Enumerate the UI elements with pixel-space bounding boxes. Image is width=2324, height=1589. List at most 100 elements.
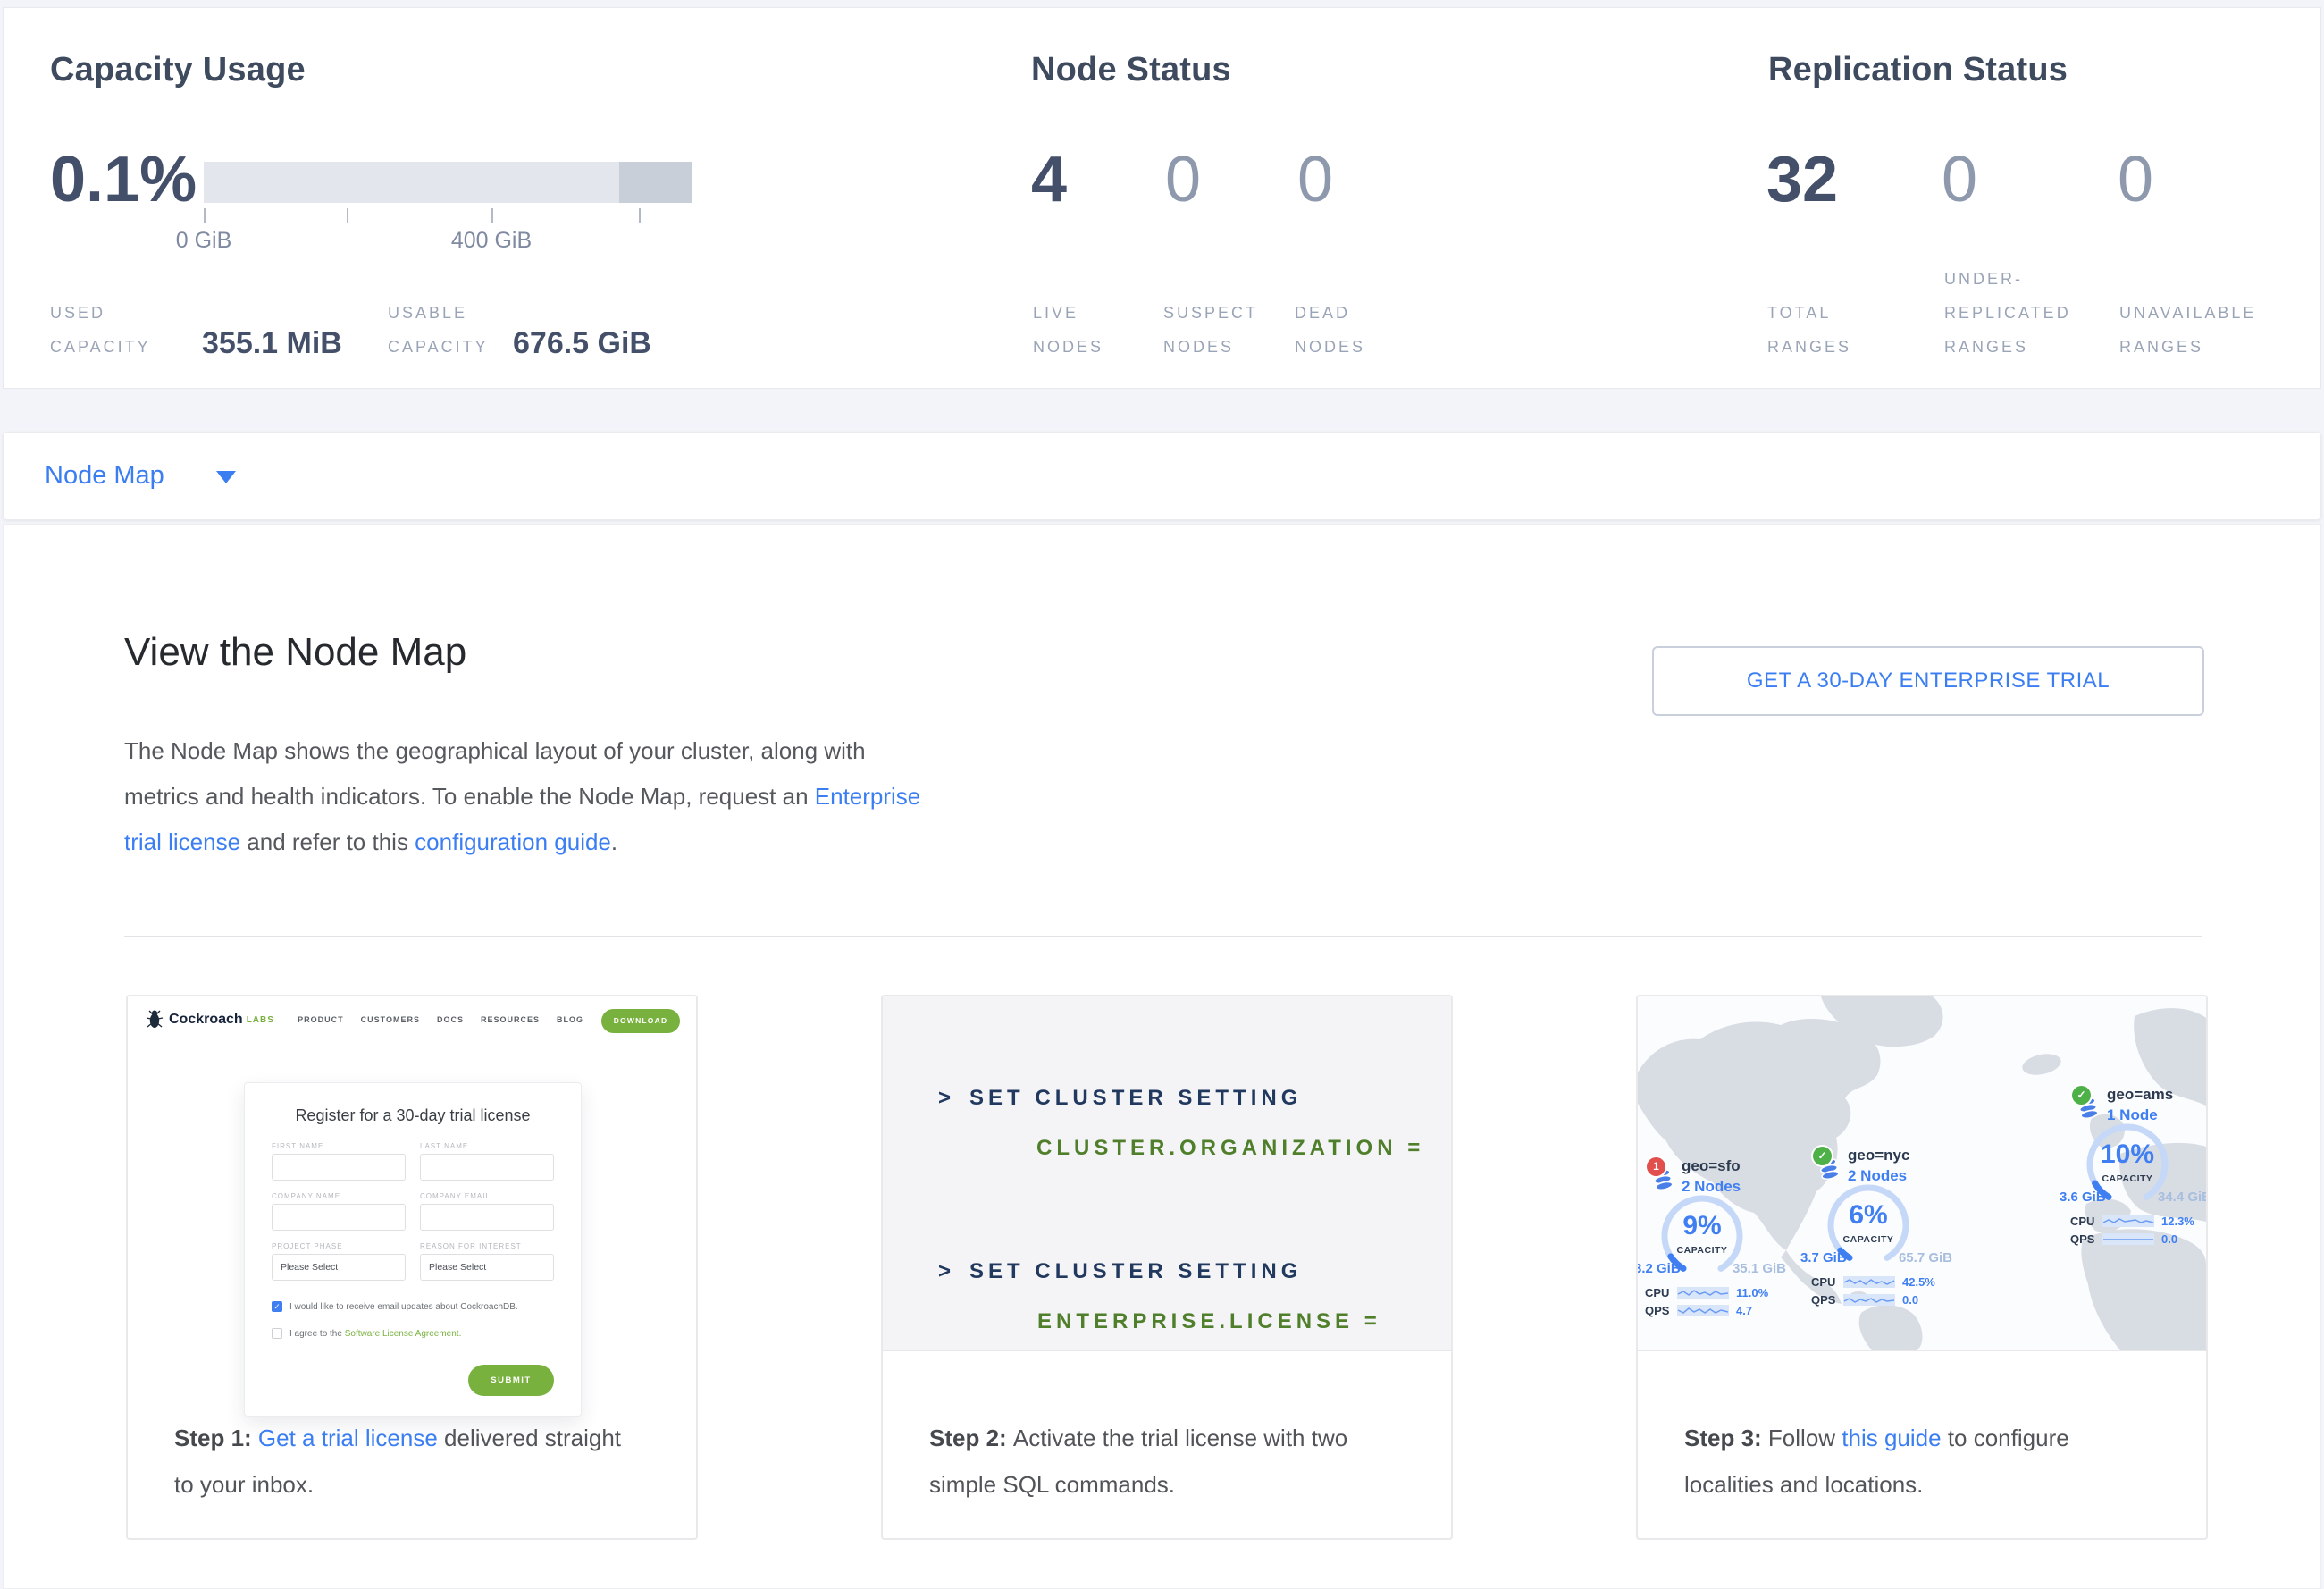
error-badge: 1 xyxy=(1647,1157,1665,1176)
nodemap-description: The Node Map shows the geographical layo… xyxy=(124,728,920,865)
checkbox-label: I agree to the Software License Agreemen… xyxy=(289,1329,461,1339)
axis-tick-label: 0 GiB xyxy=(150,228,257,254)
cpu-sparkline xyxy=(2102,1215,2154,1227)
locality-name: geo=nyc xyxy=(1848,1147,1909,1164)
node-status-title: Node Status xyxy=(1031,51,1231,89)
capacity-usage-title: Capacity Usage xyxy=(50,51,306,89)
live-nodes-count: 4 xyxy=(1031,147,1067,212)
brand-name: Cockroach xyxy=(169,1012,243,1028)
checkbox-checked-icon: ✓ xyxy=(272,1301,282,1312)
inline-link[interactable]: configuration guide xyxy=(415,828,611,855)
page-title: View the Node Map xyxy=(124,630,466,675)
download-button: DOWNLOAD xyxy=(601,1009,680,1033)
form-title: Register for a 30-day trial license xyxy=(245,1106,581,1125)
used-capacity: 3.2 GiB xyxy=(1638,1261,1681,1276)
get-enterprise-trial-button[interactable]: GET A 30-DAY ENTERPRISE TRIAL xyxy=(1652,646,2204,716)
under-replicated-ranges-label: UNDER- REPLICATED RANGES xyxy=(1944,262,2071,364)
used-capacity-label: USED CAPACITY xyxy=(50,296,151,364)
nodemap-view-dropdown[interactable]: Node Map xyxy=(3,432,2321,520)
suspect-nodes-count: 0 xyxy=(1165,147,1201,212)
nav-item: BLOG xyxy=(557,1015,583,1024)
under-replicated-ranges-count: 0 xyxy=(1942,147,1977,212)
cpu-label: CPU xyxy=(1811,1275,1843,1289)
cpu-label: CPU xyxy=(2070,1215,2102,1228)
field-label: FIRST NAME xyxy=(272,1142,406,1150)
capacity-bar xyxy=(204,162,692,203)
dead-nodes-label: DEAD NODES xyxy=(1295,296,1365,364)
total-capacity: 65.7 GiB xyxy=(1899,1250,1952,1265)
sql-prompt: > xyxy=(938,1259,955,1283)
sql-argument: ENTERPRISE.LICENSE = xyxy=(1037,1309,1381,1334)
sql-argument: CLUSTER.ORGANIZATION = xyxy=(1036,1136,1424,1161)
axis-tick xyxy=(347,208,348,223)
suspect-nodes-label: SUSPECT NODES xyxy=(1163,296,1258,364)
live-nodes-label: LIVE NODES xyxy=(1033,296,1103,364)
select-input: Please Select xyxy=(272,1254,406,1281)
text-input xyxy=(420,1204,554,1231)
field-label: COMPANY EMAIL xyxy=(420,1192,554,1200)
field-label: COMPANY NAME xyxy=(272,1192,406,1200)
qps-sparkline xyxy=(1843,1294,1895,1306)
inline-link[interactable]: Get a trial license xyxy=(258,1425,438,1451)
axis-tick xyxy=(204,208,206,223)
cpu-sparkline xyxy=(1677,1287,1729,1299)
dead-nodes-count: 0 xyxy=(1297,147,1333,212)
checkbox-label: I would like to receive email updates ab… xyxy=(289,1302,518,1312)
used-capacity: 3.6 GiB xyxy=(2060,1190,2106,1205)
replication-status-title: Replication Status xyxy=(1768,51,2068,89)
checkbox-unchecked-icon xyxy=(272,1328,282,1339)
nav-item: RESOURCES xyxy=(481,1015,540,1024)
unavailable-ranges-count: 0 xyxy=(2118,147,2153,212)
unavailable-ranges-label: UNAVAILABLE RANGES xyxy=(2119,296,2256,364)
section-divider xyxy=(124,936,2202,937)
step1-caption: Step 1: Get a trial license delivered st… xyxy=(174,1415,675,1508)
sql-statement: SET CLUSTER SETTING xyxy=(969,1086,1302,1110)
locality-name: geo=sfo xyxy=(1682,1157,1741,1175)
text-input xyxy=(272,1204,406,1231)
sql-prompt: > xyxy=(938,1086,955,1110)
capacity-percent: 6% xyxy=(1822,1200,1915,1231)
cluster-overview-page: Capacity Usage 0.1% 0 GiB 400 GiB USED C… xyxy=(0,0,2324,1589)
step1-card: Cockroach LABS PRODUCT CUSTOMERS DOCS RE… xyxy=(126,995,698,1540)
qps-sparkline xyxy=(1677,1305,1729,1316)
nodemap-enterprise-panel: View the Node Map The Node Map shows the… xyxy=(3,524,2321,1589)
text-input xyxy=(272,1154,406,1181)
usable-capacity-value: 676.5 GiB xyxy=(513,323,651,364)
capacity-label: CAPACITY xyxy=(1822,1234,1915,1245)
trial-registration-form: Register for a 30-day trial license FIRS… xyxy=(244,1082,582,1417)
field-label: REASON FOR INTEREST xyxy=(420,1242,554,1250)
total-capacity: 35.1 GiB xyxy=(1733,1261,1786,1276)
axis-tick xyxy=(491,208,493,223)
inline-link[interactable]: this guide xyxy=(1842,1425,1941,1451)
field-label: PROJECT PHASE xyxy=(272,1242,406,1250)
capacity-percent: 9% xyxy=(1656,1211,1749,1241)
healthy-check-icon: ✓ xyxy=(1813,1147,1832,1165)
trial-site-header: Cockroach LABS PRODUCT CUSTOMERS DOCS RE… xyxy=(146,1009,680,1036)
trial-site-nav: PRODUCT CUSTOMERS DOCS RESOURCES BLOG xyxy=(298,1015,583,1024)
sql-snippet: > SET CLUSTER SETTING CLUSTER.ORGANIZATIO… xyxy=(883,996,1451,1351)
nav-item: DOCS xyxy=(437,1015,464,1024)
used-capacity: 3.7 GiB xyxy=(1800,1250,1847,1265)
cluster-summary-bar: Capacity Usage 0.1% 0 GiB 400 GiB USED C… xyxy=(3,7,2321,389)
submit-button: SUBMIT xyxy=(468,1365,554,1396)
field-label: LAST NAME xyxy=(420,1142,554,1150)
qps-value: 4.7 xyxy=(1736,1304,1752,1317)
step3-card: 1 geo=sfo 2 Nodes 9% CAPACITY 3.2 GiB35.… xyxy=(1636,995,2208,1540)
cpu-value: 12.3% xyxy=(2161,1215,2194,1228)
capacity-percent: 0.1% xyxy=(50,147,197,212)
select-input: Please Select xyxy=(420,1254,554,1281)
capacity-bar-unusable-segment xyxy=(619,162,692,203)
axis-tick-label: 400 GiB xyxy=(438,228,545,254)
usable-capacity-label: USABLE CAPACITY xyxy=(388,296,489,364)
cpu-value: 42.5% xyxy=(1902,1275,1935,1289)
cpu-value: 11.0% xyxy=(1736,1286,1768,1299)
total-ranges-label: TOTAL RANGES xyxy=(1767,296,1851,364)
brand-suffix: LABS xyxy=(247,1015,274,1025)
nav-item: PRODUCT xyxy=(298,1015,344,1024)
text-input xyxy=(420,1154,554,1181)
cpu-sparkline xyxy=(1843,1276,1895,1288)
step3-caption: Step 3: Follow this guide to configure l… xyxy=(1684,1415,2185,1508)
capacity-label: CAPACITY xyxy=(1656,1245,1749,1256)
qps-sparkline xyxy=(2102,1233,2154,1245)
qps-label: QPS xyxy=(2070,1232,2102,1246)
